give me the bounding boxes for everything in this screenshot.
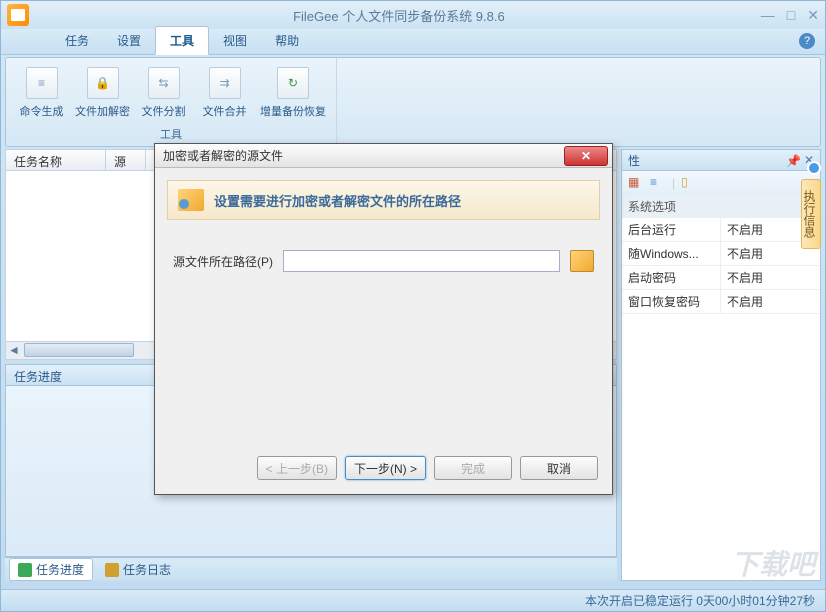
dialog-buttons: < 上一步(B) 下一步(N) > 完成 取消 xyxy=(257,456,598,480)
finish-button: 完成 xyxy=(434,456,512,480)
log-tab-icon xyxy=(105,563,119,577)
restore-icon: ↻ xyxy=(277,67,309,99)
progress-tab-icon xyxy=(18,563,32,577)
side-marker-icon xyxy=(807,161,821,175)
minimize-button[interactable]: — xyxy=(761,7,775,24)
ribbon-group-label: 工具 xyxy=(14,124,328,142)
col-taskname[interactable]: 任务名称 xyxy=(6,150,106,170)
browse-button[interactable] xyxy=(570,250,594,272)
menu-settings[interactable]: 设置 xyxy=(103,27,155,54)
cancel-button[interactable]: 取消 xyxy=(520,456,598,480)
encrypt-source-dialog: 加密或者解密的源文件 ✕ 设置需要进行加密或者解密文件的所在路径 源文件所在路径… xyxy=(154,143,613,495)
categorize-icon[interactable]: ▦ xyxy=(628,175,644,191)
prop-row[interactable]: 启动密码不启用 xyxy=(622,266,820,290)
ribbon: ≡ 命令生成 🔒 文件加解密 ⇆ 文件分割 ⇉ 文件合并 ↻ 增量备份恢复 xyxy=(5,57,821,147)
menu-tools[interactable]: 工具 xyxy=(155,26,209,55)
help-icon[interactable]: ? xyxy=(799,33,815,49)
tab-log[interactable]: 任务日志 xyxy=(97,559,179,580)
prev-button: < 上一步(B) xyxy=(257,456,337,480)
source-path-input[interactable] xyxy=(283,250,560,272)
split-icon: ⇆ xyxy=(148,67,180,99)
dialog-banner: 设置需要进行加密或者解密文件的所在路径 xyxy=(167,180,600,220)
ribbon-split[interactable]: ⇆ 文件分割 xyxy=(136,62,191,124)
folder-gear-icon xyxy=(178,189,204,211)
dialog-close-button[interactable]: ✕ xyxy=(564,146,608,166)
properties-pane: 性 📌 ✕ ▦ ≡ | ▯ 系统选项 后台运行不启用 随Windows...不启… xyxy=(621,149,821,581)
bottom-tabs: 任务进度 任务日志 xyxy=(5,557,617,581)
props-section-header: 系统选项 xyxy=(621,195,821,218)
statusbar: 本次开启已稳定运行 0天00小时01分钟27秒 xyxy=(1,589,825,611)
page-icon[interactable]: ▯ xyxy=(681,175,697,191)
menu-view[interactable]: 视图 xyxy=(209,27,261,54)
dialog-title: 加密或者解密的源文件 xyxy=(163,147,564,164)
sort-icon[interactable]: ≡ xyxy=(650,175,666,191)
properties-header: 性 📌 ✕ xyxy=(621,149,821,171)
side-tab-info[interactable]: 执行信息 xyxy=(801,179,821,249)
merge-icon: ⇉ xyxy=(209,67,241,99)
window-title: FileGee 个人文件同步备份系统 9.8.6 xyxy=(37,6,761,25)
menu-task[interactable]: 任务 xyxy=(51,27,103,54)
maximize-button[interactable]: □ xyxy=(787,7,795,24)
cmd-icon: ≡ xyxy=(26,67,58,99)
properties-toolbar: ▦ ≡ | ▯ xyxy=(621,171,821,195)
titlebar: FileGee 个人文件同步备份系统 9.8.6 — □ ✕ xyxy=(1,1,825,29)
scroll-thumb[interactable] xyxy=(24,343,134,357)
ribbon-incremental[interactable]: ↻ 增量备份恢复 xyxy=(258,62,328,124)
tab-progress[interactable]: 任务进度 xyxy=(9,558,93,581)
dialog-body: 源文件所在路径(P) xyxy=(155,220,612,302)
banner-text: 设置需要进行加密或者解密文件的所在路径 xyxy=(214,191,461,210)
properties-grid: 后台运行不启用 随Windows...不启用 启动密码不启用 窗口恢复密码不启用 xyxy=(621,218,821,581)
lock-icon: 🔒 xyxy=(87,67,119,99)
col-source[interactable]: 源 xyxy=(106,150,146,170)
app-icon xyxy=(7,4,29,26)
pin-icon[interactable]: 📌 xyxy=(786,154,798,166)
status-text: 本次开启已稳定运行 0天00小时01分钟27秒 xyxy=(585,592,815,609)
ribbon-cmd-generate[interactable]: ≡ 命令生成 xyxy=(14,62,69,124)
ribbon-merge[interactable]: ⇉ 文件合并 xyxy=(197,62,252,124)
path-label: 源文件所在路径(P) xyxy=(173,253,273,270)
menu-help[interactable]: 帮助 xyxy=(261,27,313,54)
close-button[interactable]: ✕ xyxy=(807,7,819,24)
prop-row[interactable]: 后台运行不启用 xyxy=(622,218,820,242)
next-button[interactable]: 下一步(N) > xyxy=(345,456,426,480)
main-window: FileGee 个人文件同步备份系统 9.8.6 — □ ✕ 任务 设置 工具 … xyxy=(0,0,826,612)
menubar: 任务 设置 工具 视图 帮助 ? xyxy=(1,29,825,55)
dialog-titlebar: 加密或者解密的源文件 ✕ xyxy=(155,144,612,168)
prop-row[interactable]: 窗口恢复密码不启用 xyxy=(622,290,820,314)
ribbon-group-tools: ≡ 命令生成 🔒 文件加解密 ⇆ 文件分割 ⇉ 文件合并 ↻ 增量备份恢复 xyxy=(6,58,337,146)
prop-row[interactable]: 随Windows...不启用 xyxy=(622,242,820,266)
scroll-left-icon[interactable]: ◄ xyxy=(6,342,22,358)
ribbon-encrypt[interactable]: 🔒 文件加解密 xyxy=(75,62,130,124)
